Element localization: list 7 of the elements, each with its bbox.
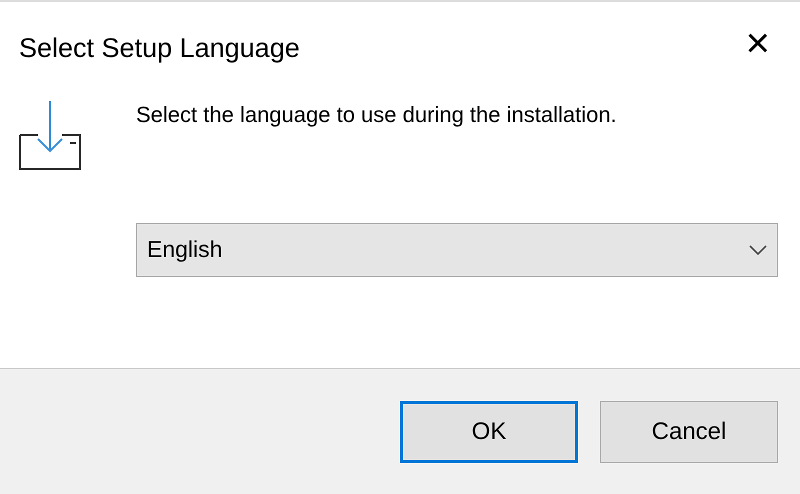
chevron-down-icon: [749, 244, 767, 254]
language-dropdown[interactable]: English: [136, 222, 778, 276]
cancel-button[interactable]: Cancel: [600, 400, 778, 462]
window-title: Select Setup Language: [18, 32, 300, 65]
instruction-text: Select the language to use during the installation.: [136, 101, 617, 129]
close-button[interactable]: ×: [739, 22, 776, 64]
ok-button[interactable]: OK: [400, 400, 578, 462]
